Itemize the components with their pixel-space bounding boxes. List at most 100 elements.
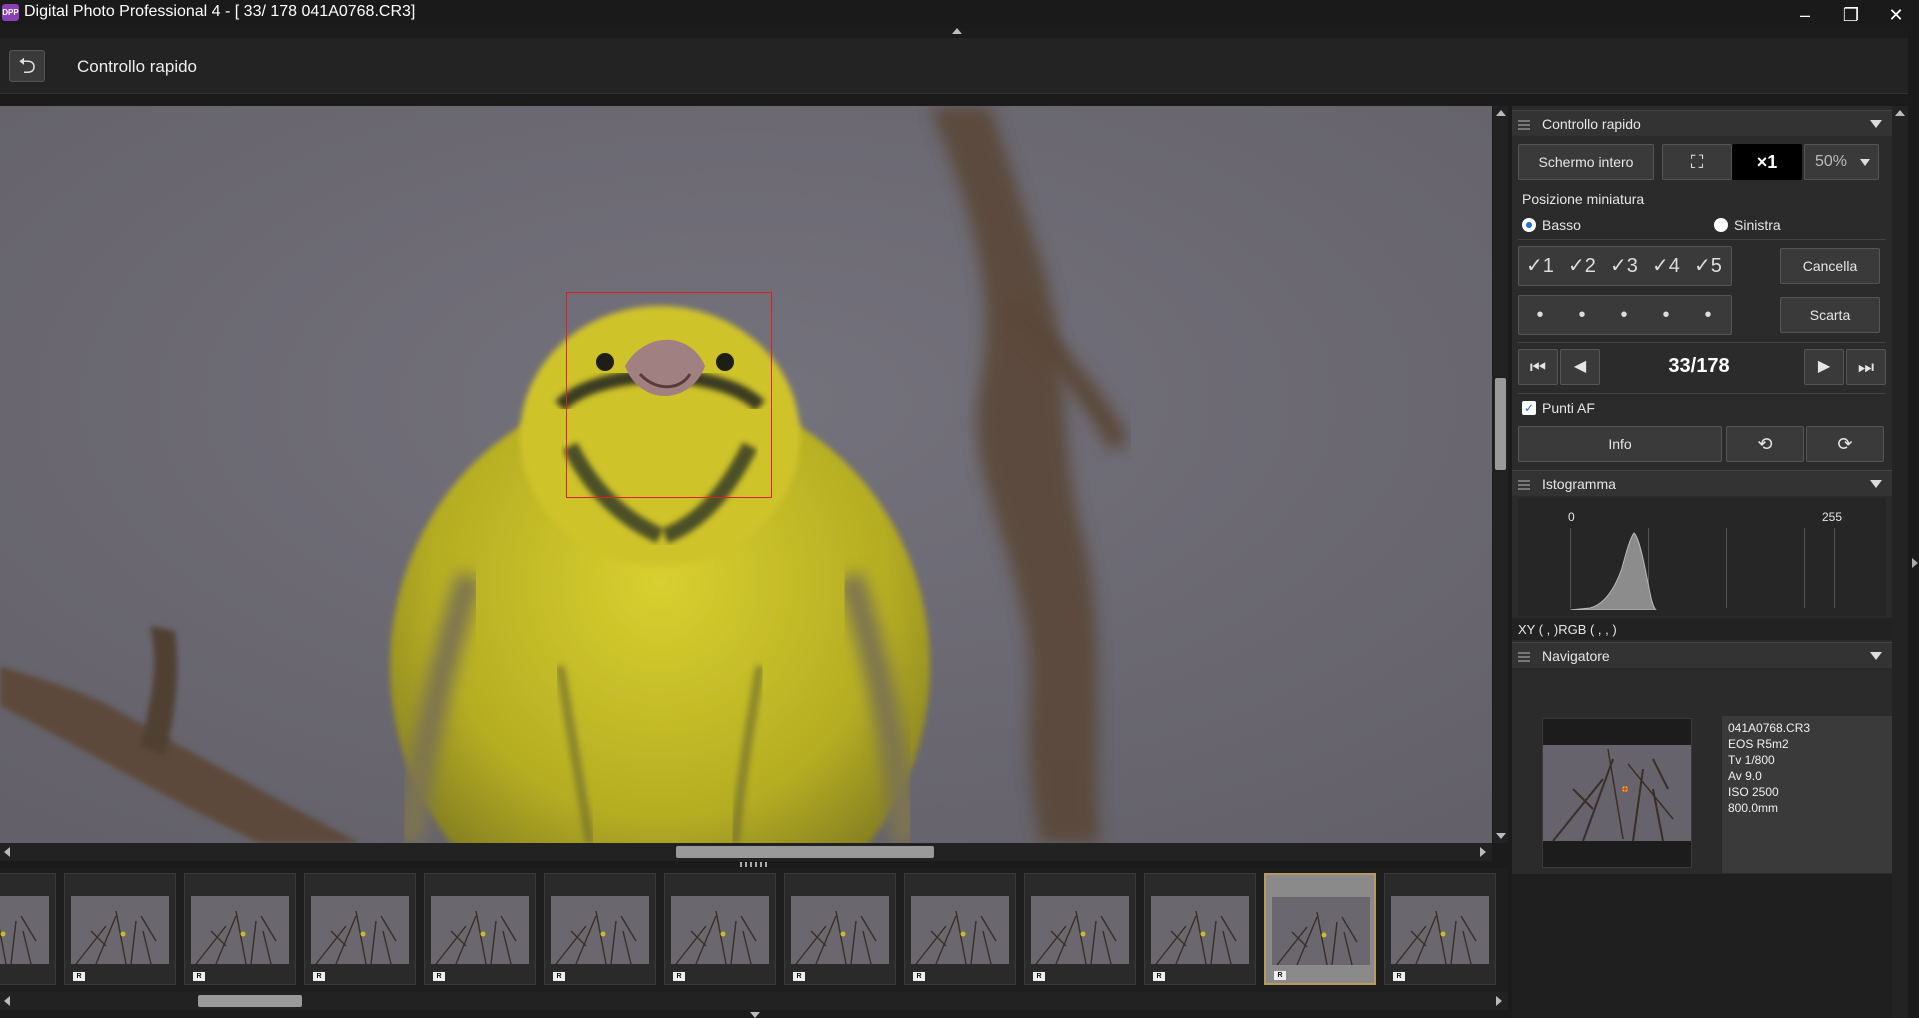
full-screen-button[interactable]: Schermo intero: [1518, 144, 1654, 180]
chevron-down-icon[interactable]: [1870, 652, 1882, 660]
rotate-left-button[interactable]: ⟲: [1726, 426, 1804, 462]
raw-badge: R: [433, 972, 445, 981]
filmstrip-thumbnail[interactable]: R: [664, 873, 776, 985]
rating-3-button[interactable]: ✓3: [1603, 247, 1645, 285]
histogram-min-label: 0: [1568, 510, 1575, 524]
rating-4-button[interactable]: ✓4: [1645, 247, 1687, 285]
filmstrip-thumbnail[interactable]: R: [1144, 873, 1256, 985]
minimize-button[interactable]: –: [1782, 0, 1828, 30]
toolbar: ⮌ Controllo rapido: [0, 38, 1919, 94]
filmstrip-thumbnail[interactable]: R: [184, 873, 296, 985]
filmstrip-thumbnail[interactable]: R: [424, 873, 536, 985]
thumbnail-image: [71, 896, 169, 964]
histogram-gridline: [1834, 528, 1835, 608]
color-label-1-button[interactable]: •: [1519, 296, 1561, 334]
scroll-down-arrow-icon[interactable]: [1496, 833, 1506, 839]
filmstrip-thumbnail[interactable]: R: [544, 873, 656, 985]
filmstrip-thumbnail[interactable]: R: [904, 873, 1016, 985]
filmstrip-thumbnail[interactable]: R: [784, 873, 896, 985]
thumbnail-position-label: Posizione miniatura: [1522, 191, 1645, 207]
chevron-down-icon[interactable]: [1870, 480, 1882, 488]
aperture: Av 9.0: [1728, 769, 1762, 783]
thumbnail-image: [0, 896, 49, 964]
color-label-5-button[interactable]: •: [1687, 296, 1729, 334]
window-title: Digital Photo Professional 4 - [ 33/ 178…: [24, 3, 416, 20]
rotate-right-icon: ⟳: [1837, 434, 1853, 454]
zoom-value: 50%: [1815, 153, 1848, 170]
filmstrip-scroll-right-icon[interactable]: [1496, 996, 1502, 1006]
collapse-filmstrip-arrow-icon[interactable]: [750, 1012, 760, 1018]
vertical-scroll-thumb[interactable]: [1495, 378, 1506, 470]
collapse-toolbar-arrow-icon[interactable]: [952, 28, 962, 34]
radio-left-label[interactable]: Sinistra: [1734, 217, 1781, 233]
raw-badge: R: [1393, 972, 1405, 981]
radio-left[interactable]: [1714, 218, 1728, 232]
fit-to-window-icon: ⛶: [1690, 152, 1704, 172]
panel-scrollbar[interactable]: [1892, 106, 1908, 1018]
image-vertical-scrollbar[interactable]: [1493, 106, 1508, 843]
rotate-left-icon: ⟲: [1757, 434, 1773, 454]
previous-arrow-icon: ◀: [1573, 358, 1587, 375]
image-preview[interactable]: [0, 106, 1492, 843]
panel-scroll-up-icon[interactable]: [1895, 110, 1905, 116]
color-label-3-button[interactable]: •: [1603, 296, 1645, 334]
filmstrip-thumbnail[interactable]: R: [1024, 873, 1136, 985]
scroll-left-arrow-icon[interactable]: [4, 847, 10, 857]
divider: [1518, 393, 1886, 394]
raw-badge: R: [73, 972, 85, 981]
navigator-header[interactable]: Navigatore: [1512, 642, 1892, 668]
thumbnail-image: [311, 896, 409, 964]
scroll-right-arrow-icon[interactable]: [1480, 847, 1486, 857]
quick-check-header[interactable]: Controllo rapido: [1512, 110, 1892, 136]
navigator-title: Navigatore: [1542, 648, 1610, 664]
horizontal-scroll-thumb[interactable]: [676, 846, 934, 858]
restore-button[interactable]: ❐: [1828, 0, 1874, 30]
raw-badge: R: [1153, 972, 1165, 981]
info-button[interactable]: Info: [1518, 426, 1722, 462]
expand-right-arrow-icon[interactable]: [1912, 558, 1918, 568]
previous-image-button[interactable]: ◀: [1560, 349, 1600, 385]
fit-to-window-button[interactable]: ⛶: [1662, 144, 1732, 180]
filmstrip-scrollbar[interactable]: [0, 992, 1508, 1010]
next-image-button[interactable]: ▶: [1804, 349, 1844, 385]
rating-1-button[interactable]: ✓1: [1519, 247, 1561, 285]
panel-empty-area: [1512, 874, 1892, 1018]
histogram-header[interactable]: Istogramma: [1512, 470, 1892, 496]
chevron-down-icon[interactable]: [1870, 120, 1882, 128]
last-image-button[interactable]: ⏭: [1846, 349, 1886, 385]
navigator-thumbnail[interactable]: [1542, 718, 1692, 868]
back-button[interactable]: ⮌: [9, 50, 45, 82]
rotate-right-button[interactable]: ⟳: [1806, 426, 1884, 462]
page-title: Controllo rapido: [77, 57, 198, 76]
radio-bottom[interactable]: [1522, 218, 1536, 232]
filmstrip-splitter-grip[interactable]: [740, 862, 770, 867]
raw-badge: R: [193, 972, 205, 981]
af-points-checkbox[interactable]: ✓: [1522, 401, 1536, 415]
image-horizontal-scrollbar[interactable]: [0, 843, 1492, 861]
color-label-4-button[interactable]: •: [1645, 296, 1687, 334]
rating-2-button[interactable]: ✓2: [1561, 247, 1603, 285]
xy-rgb-readout-bar: XY ( , )RGB ( , , ): [1512, 618, 1892, 640]
filmstrip-thumbnail[interactable]: R: [0, 873, 56, 985]
rating-5-button[interactable]: ✓5: [1687, 247, 1729, 285]
first-image-button[interactable]: ⏮: [1518, 349, 1558, 385]
raw-badge: R: [793, 972, 805, 981]
raw-badge: R: [673, 972, 685, 981]
quick-check-title: Controllo rapido: [1542, 116, 1641, 132]
filmstrip-thumbnail[interactable]: R: [304, 873, 416, 985]
color-label-2-button[interactable]: •: [1561, 296, 1603, 334]
filmstrip-thumbnail[interactable]: R: [64, 873, 176, 985]
filmstrip-scroll-left-icon[interactable]: [4, 996, 10, 1006]
filmstrip-scroll-thumb[interactable]: [198, 995, 302, 1007]
zoom-select[interactable]: 50%: [1804, 144, 1879, 180]
zoom-x1-button[interactable]: ×1: [1732, 144, 1802, 180]
cancel-rating-button[interactable]: Cancella: [1780, 248, 1880, 284]
radio-bottom-label[interactable]: Basso: [1542, 217, 1581, 233]
filmstrip-thumbnail[interactable]: R: [1384, 873, 1496, 985]
raw-badge: R: [913, 972, 925, 981]
filmstrip-thumbnail[interactable]: R: [1264, 873, 1376, 985]
discard-button[interactable]: Scarta: [1780, 297, 1880, 333]
filmstrip: RRRRRRRRRRRRR: [0, 868, 1508, 992]
af-points-label[interactable]: Punti AF: [1542, 400, 1595, 416]
scroll-up-arrow-icon[interactable]: [1496, 110, 1506, 116]
